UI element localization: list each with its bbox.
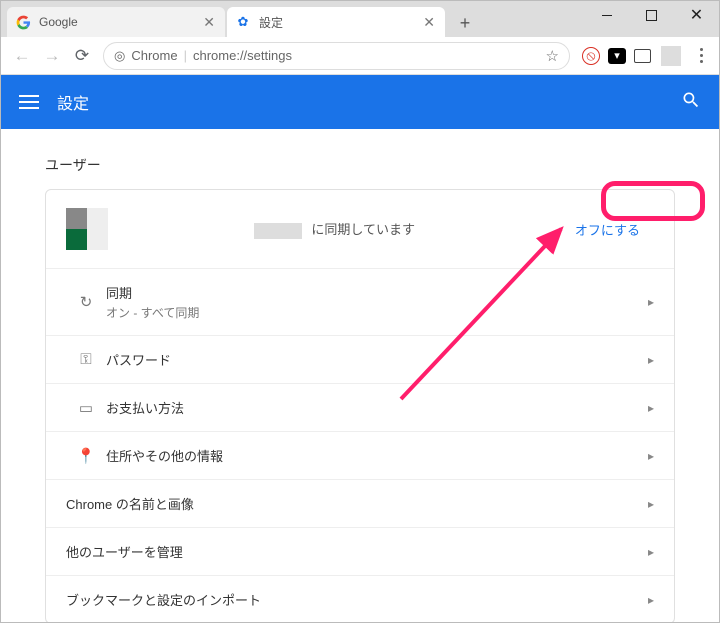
addresses-row[interactable]: 📍 住所やその他の情報 ▸ <box>46 431 674 479</box>
omnibox-chip: Chrome <box>131 48 177 63</box>
extension-icon-adblock[interactable]: ⦸ <box>582 47 600 65</box>
menu-icon[interactable] <box>19 95 39 109</box>
settings-content: ユーザー に同期しています オフにする ↻ 同期 オン - すべて同期 ▸ ⚿ … <box>1 129 719 622</box>
gear-favicon-icon: ✿ <box>235 14 251 30</box>
sync-icon: ↻ <box>66 293 106 311</box>
tab-title: 設定 <box>259 14 421 31</box>
chevron-right-icon: ▸ <box>648 401 654 415</box>
reload-button[interactable]: ⟳ <box>67 41 97 71</box>
sync-row[interactable]: ↻ 同期 オン - すべて同期 ▸ <box>46 268 674 335</box>
user-avatar-icon <box>66 208 108 250</box>
chevron-right-icon: ▸ <box>648 545 654 559</box>
chevron-right-icon: ▸ <box>648 295 654 309</box>
google-favicon-icon <box>15 14 31 30</box>
manage-other-people-row[interactable]: 他のユーザーを管理 ▸ <box>46 527 674 575</box>
extension-icon-cast[interactable] <box>634 49 651 63</box>
extension-icon-pocket[interactable]: ▾ <box>608 48 626 64</box>
tab-title: Google <box>39 15 201 29</box>
tab-settings[interactable]: ✿ 設定 ✕ <box>227 7 445 37</box>
window-close-button[interactable]: ✕ <box>674 1 719 29</box>
turn-off-sync-button[interactable]: オフにする <box>561 214 654 245</box>
row-label: 住所やその他の情報 <box>106 446 648 465</box>
chevron-right-icon: ▸ <box>648 353 654 367</box>
card-icon: ▭ <box>66 399 106 417</box>
chevron-right-icon: ▸ <box>648 449 654 463</box>
chrome-icon: ◎ <box>114 48 125 64</box>
tab-close-button[interactable]: ✕ <box>421 14 437 31</box>
browser-toolbar: ← → ⟳ ◎ Chrome | chrome://settings ☆ ⦸ ▾ <box>1 37 719 75</box>
row-label: Chrome の名前と画像 <box>66 494 648 513</box>
row-label: お支払い方法 <box>106 398 648 417</box>
passwords-row[interactable]: ⚿ パスワード ▸ <box>46 335 674 383</box>
window-maximize-button[interactable] <box>629 1 674 29</box>
omnibox-url: chrome://settings <box>193 48 292 63</box>
import-bookmarks-row[interactable]: ブックマークと設定のインポート ▸ <box>46 575 674 622</box>
sync-status-text: に同期しています <box>108 219 561 239</box>
profile-avatar-button[interactable] <box>661 46 681 66</box>
window-minimize-button[interactable] <box>584 1 629 29</box>
settings-header: 設定 <box>1 75 719 129</box>
chevron-right-icon: ▸ <box>648 497 654 511</box>
row-label: 同期 <box>106 283 648 302</box>
row-label: 他のユーザーを管理 <box>66 542 648 561</box>
key-icon: ⚿ <box>66 351 106 368</box>
sync-account-row: に同期しています オフにする <box>46 190 674 268</box>
chevron-right-icon: ▸ <box>648 593 654 607</box>
pin-icon: 📍 <box>66 447 106 465</box>
address-bar[interactable]: ◎ Chrome | chrome://settings ☆ <box>103 42 570 70</box>
page-title: 設定 <box>57 90 89 114</box>
forward-button[interactable]: → <box>37 41 67 71</box>
search-button[interactable] <box>681 90 701 115</box>
back-button[interactable]: ← <box>7 41 37 71</box>
browser-menu-button[interactable] <box>689 48 713 63</box>
new-tab-button[interactable]: + <box>451 9 479 37</box>
row-sublabel: オン - すべて同期 <box>106 304 648 321</box>
row-label: ブックマークと設定のインポート <box>66 590 648 609</box>
chrome-name-image-row[interactable]: Chrome の名前と画像 ▸ <box>46 479 674 527</box>
user-card: に同期しています オフにする ↻ 同期 オン - すべて同期 ▸ ⚿ パスワード… <box>45 189 675 622</box>
payment-methods-row[interactable]: ▭ お支払い方法 ▸ <box>46 383 674 431</box>
tab-close-button[interactable]: ✕ <box>201 14 217 31</box>
bookmark-star-icon[interactable]: ☆ <box>546 47 559 65</box>
tab-google[interactable]: Google ✕ <box>7 7 225 37</box>
section-title-user: ユーザー <box>45 155 675 175</box>
row-label: パスワード <box>106 350 648 369</box>
redacted-name <box>254 223 302 239</box>
